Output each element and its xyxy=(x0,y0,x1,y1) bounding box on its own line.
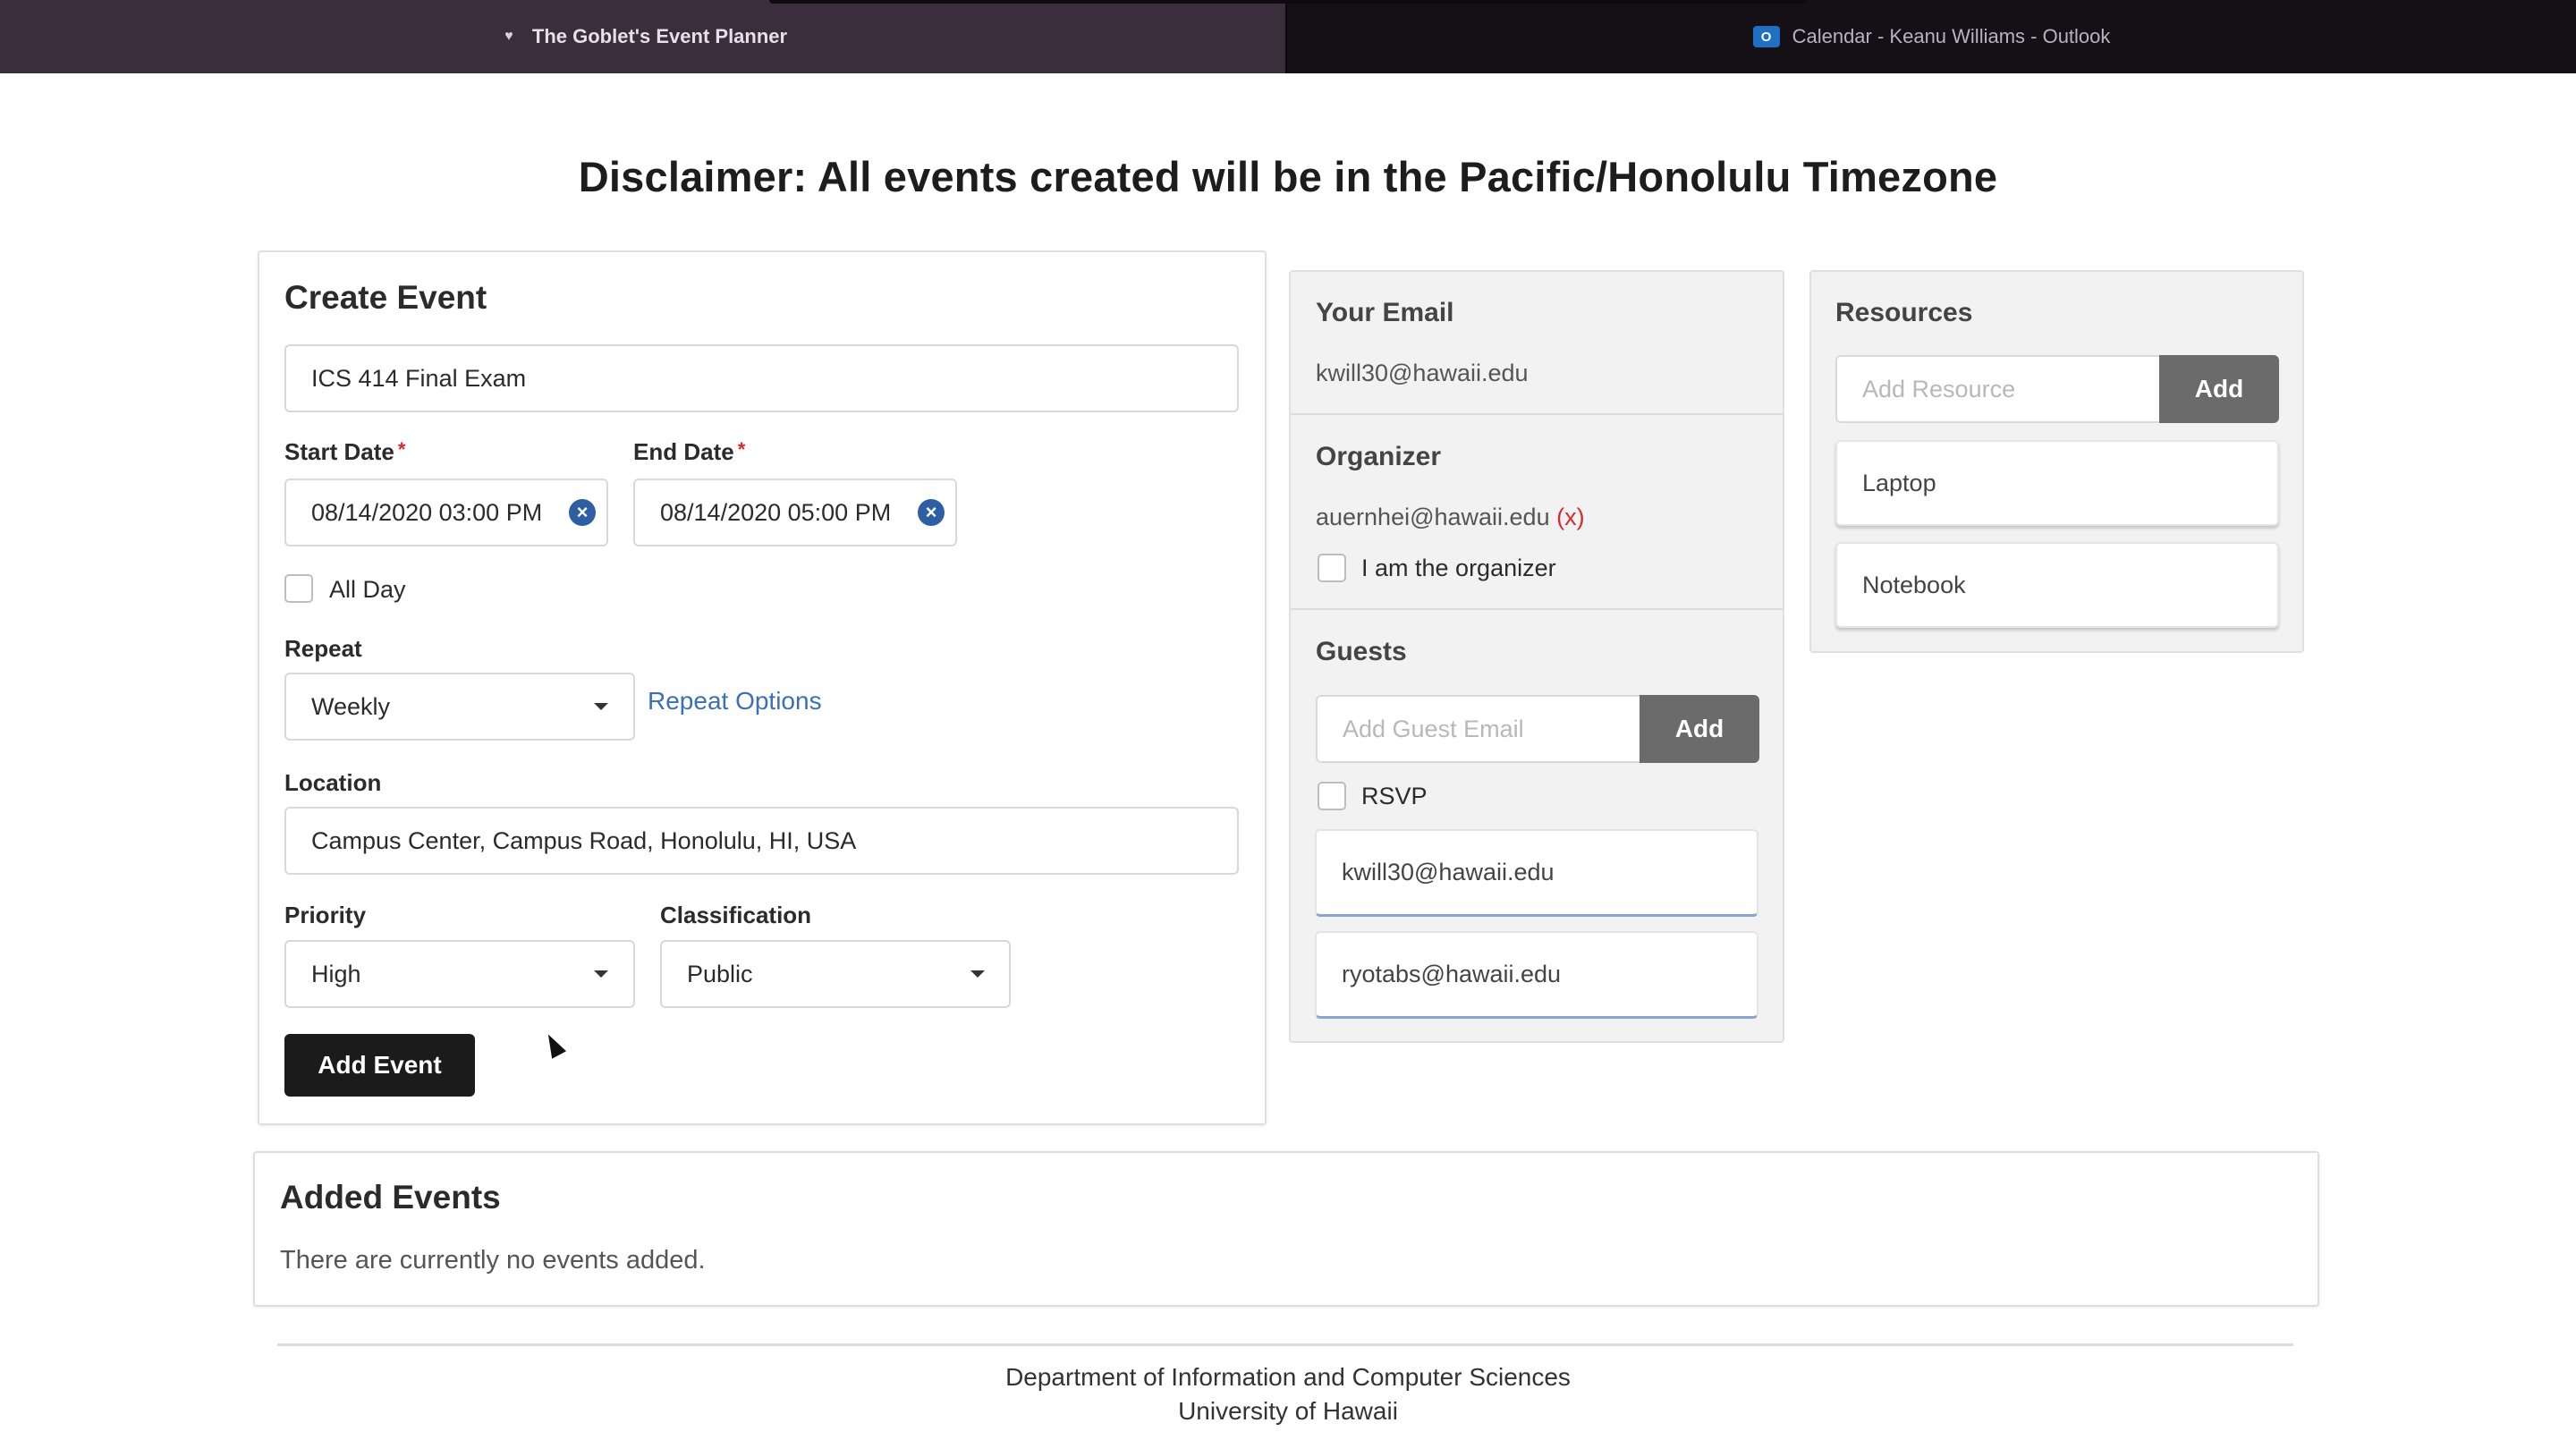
i-am-organizer-checkbox[interactable] xyxy=(1318,554,1346,582)
end-date-picker[interactable]: 08/14/2020 05:00 PM xyxy=(633,479,957,546)
no-events-text: There are currently no events added. xyxy=(280,1246,706,1275)
footer-divider xyxy=(277,1343,2293,1346)
repeat-label: Repeat xyxy=(284,635,362,662)
priority-select[interactable]: High xyxy=(284,940,635,1008)
repeat-value: Weekly xyxy=(311,692,391,720)
window-notch xyxy=(769,0,1807,4)
clear-end-date-icon[interactable]: × xyxy=(918,499,945,526)
browser-tab-bar: ♥ The Goblet's Event Planner O Calendar … xyxy=(0,0,2576,73)
panel-divider xyxy=(1291,608,1783,610)
start-date-picker[interactable]: 08/14/2020 03:00 PM xyxy=(284,479,608,546)
priority-label: Priority xyxy=(284,902,367,928)
panel-divider xyxy=(1291,413,1783,415)
footer-department: Department of Information and Computer S… xyxy=(1005,1363,1571,1391)
organizer-email-value: auernhei@hawaii.edu xyxy=(1316,504,1550,530)
your-email-value: kwill30@hawaii.edu xyxy=(1316,360,1529,386)
chevron-down-icon xyxy=(970,970,985,978)
event-title-input[interactable]: ICS 414 Final Exam xyxy=(284,344,1239,412)
guest-item[interactable]: kwill30@hawaii.edu xyxy=(1315,829,1758,917)
resource-item[interactable]: Laptop xyxy=(1835,440,2279,526)
tab-title: The Goblet's Event Planner xyxy=(531,25,788,47)
all-day-checkbox[interactable] xyxy=(284,574,313,603)
organizer-heading: Organizer xyxy=(1316,442,1442,471)
location-label: Location xyxy=(284,769,382,796)
footer-university: University of Hawaii xyxy=(1178,1397,1398,1425)
organizer-email: auernhei@hawaii.edu (x) xyxy=(1316,504,1585,531)
resources-heading: Resources xyxy=(1835,298,1973,327)
location-input[interactable]: Campus Center, Campus Road, Honolulu, HI… xyxy=(284,807,1239,875)
remove-organizer-button[interactable]: (x) xyxy=(1556,504,1584,530)
start-date-value: 08/14/2020 03:00 PM xyxy=(311,498,543,526)
add-resource-button[interactable]: Add xyxy=(2159,355,2279,423)
guest-email-input[interactable]: Add Guest Email xyxy=(1316,695,1641,763)
added-events-heading: Added Events xyxy=(280,1179,501,1216)
all-day-label: All Day xyxy=(329,576,406,603)
classification-select[interactable]: Public xyxy=(660,940,1011,1008)
resource-input[interactable]: Add Resource xyxy=(1835,355,2161,423)
classification-value: Public xyxy=(687,960,753,987)
tab-goblet-event-planner[interactable]: ♥ The Goblet's Event Planner xyxy=(0,0,1285,73)
add-event-button[interactable]: Add Event xyxy=(284,1034,475,1097)
end-date-label: End Date * xyxy=(633,438,745,466)
guests-heading: Guests xyxy=(1316,637,1407,666)
i-am-organizer-label: I am the organizer xyxy=(1361,555,1556,581)
your-email-heading: Your Email xyxy=(1316,298,1454,327)
create-event-heading: Create Event xyxy=(284,279,487,316)
clear-start-date-icon[interactable]: × xyxy=(569,499,596,526)
chevron-down-icon xyxy=(594,970,608,978)
goblet-icon: ♥ xyxy=(504,29,513,44)
outlook-icon: O xyxy=(1752,26,1780,47)
repeat-options-link[interactable]: Repeat Options xyxy=(648,687,822,716)
start-date-label: Start Date * xyxy=(284,438,405,466)
required-marker: * xyxy=(737,438,746,461)
tab-outlook-calendar[interactable]: O Calendar - Keanu Williams - Outlook xyxy=(1285,0,2576,73)
page-title: Disclaimer: All events created will be i… xyxy=(578,153,1998,200)
end-date-value: 08/14/2020 05:00 PM xyxy=(660,498,892,526)
end-date-label-text: End Date xyxy=(633,438,734,465)
guest-item[interactable]: ryotabs@hawaii.edu xyxy=(1315,931,1758,1019)
resource-item[interactable]: Notebook xyxy=(1835,542,2279,628)
tab-title: Calendar - Keanu Williams - Outlook xyxy=(1792,25,2111,47)
repeat-select[interactable]: Weekly xyxy=(284,673,635,741)
start-date-label-text: Start Date xyxy=(284,438,394,465)
priority-value: High xyxy=(311,960,361,987)
rsvp-checkbox[interactable] xyxy=(1318,782,1346,810)
rsvp-label: RSVP xyxy=(1361,783,1428,809)
required-marker: * xyxy=(397,438,406,461)
add-guest-button[interactable]: Add xyxy=(1640,695,1759,763)
chevron-down-icon xyxy=(594,703,608,710)
classification-label: Classification xyxy=(660,902,812,928)
added-events-card xyxy=(253,1151,2319,1307)
